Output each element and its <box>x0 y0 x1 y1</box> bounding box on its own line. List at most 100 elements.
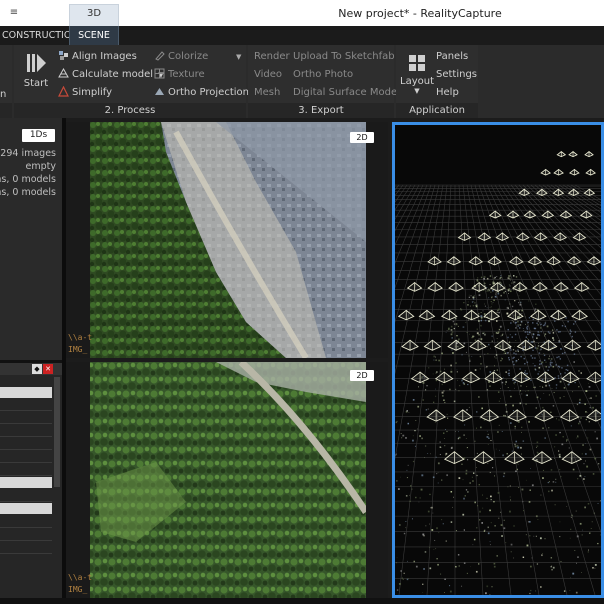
point-cloud-point <box>559 331 561 333</box>
point-cloud-point <box>513 352 515 354</box>
point-cloud-point <box>559 397 561 399</box>
property-row[interactable] <box>0 517 52 528</box>
point-cloud-point <box>462 513 465 516</box>
point-cloud-point <box>466 446 468 449</box>
point-cloud-point <box>417 405 420 408</box>
start-button[interactable]: Start <box>22 51 50 93</box>
point-cloud-point <box>509 390 511 392</box>
point-cloud-point <box>524 363 526 365</box>
point-cloud-point <box>556 356 558 359</box>
digital-surface-model-button[interactable]: Digital Surface Model <box>293 85 400 101</box>
tab-scene[interactable]: SCENE <box>69 26 119 45</box>
point-cloud-point <box>508 275 510 277</box>
property-row[interactable] <box>0 426 52 437</box>
help-button[interactable]: Help <box>436 85 459 101</box>
layout-button[interactable]: Layout ▼ <box>400 53 434 101</box>
mesh-icon <box>58 68 69 78</box>
point-cloud-point <box>553 392 555 394</box>
property-row[interactable] <box>0 400 52 411</box>
point-cloud-point <box>468 406 470 408</box>
property-row[interactable] <box>0 543 52 554</box>
point-cloud-point <box>544 437 546 439</box>
point-cloud-point <box>511 282 513 284</box>
properties-scrollbar[interactable] <box>54 377 60 487</box>
point-cloud-point <box>518 302 520 304</box>
point-cloud-point <box>536 563 539 565</box>
grid-line <box>550 184 601 221</box>
settings-button[interactable]: Settings <box>436 67 477 83</box>
viewport-2d-top[interactable]: 2D \\a-t IMG_ <box>66 122 388 358</box>
point-cloud-point <box>587 411 589 413</box>
point-cloud-point <box>569 329 572 331</box>
viewport-3d[interactable] <box>392 122 604 598</box>
point-cloud-point <box>566 506 568 507</box>
point-cloud-point <box>463 302 465 304</box>
point-cloud-point <box>514 428 516 430</box>
point-cloud-point <box>487 532 490 535</box>
point-cloud-point <box>455 565 457 568</box>
point-cloud-point <box>463 424 466 426</box>
point-cloud-point <box>488 297 490 299</box>
point-cloud-point <box>493 282 496 284</box>
property-row[interactable] <box>0 413 52 424</box>
point-cloud-point <box>418 501 420 503</box>
align-images-button[interactable]: Align Images <box>58 49 137 65</box>
point-cloud-point <box>517 350 519 353</box>
property-row[interactable] <box>0 439 52 450</box>
view-mode-badge-2d[interactable]: 2D <box>350 132 374 143</box>
render-button[interactable]: Render <box>254 49 290 65</box>
point-cloud-point <box>535 590 536 592</box>
ortho-photo-button[interactable]: Ortho Photo <box>293 67 353 83</box>
point-cloud-point <box>558 455 561 458</box>
property-row[interactable] <box>0 465 52 476</box>
point-cloud-point <box>402 578 404 580</box>
panels-button[interactable]: Panels <box>436 49 468 65</box>
context-tab-3d[interactable]: 3D <box>69 4 119 26</box>
calculate-model-button[interactable]: Calculate model ▼ <box>58 67 164 83</box>
point-cloud-point <box>515 350 517 352</box>
point-cloud-point <box>588 421 591 423</box>
property-row[interactable] <box>0 452 52 463</box>
viewport-2d-bottom[interactable]: 2D \\a-t IMG_ <box>66 362 388 598</box>
quick-access-menu[interactable]: ≡ <box>0 3 28 23</box>
point-cloud-point <box>497 491 500 494</box>
point-cloud-point <box>554 458 555 459</box>
texture-button[interactable]: Texture <box>154 67 205 83</box>
video-button[interactable]: Video <box>254 67 282 83</box>
point-cloud-point <box>574 320 577 323</box>
pin-icon[interactable]: ◆ <box>32 364 42 374</box>
point-cloud-point <box>459 385 461 387</box>
point-cloud-point <box>491 296 493 299</box>
point-cloud-point <box>467 301 469 303</box>
point-cloud-point <box>439 370 442 373</box>
upload-sketchfab-button[interactable]: Upload To Sketchfab <box>293 49 395 65</box>
point-cloud-point <box>519 368 521 370</box>
point-cloud-point <box>583 478 585 480</box>
point-cloud-point <box>537 373 539 375</box>
property-row[interactable] <box>0 491 52 502</box>
point-cloud-point <box>549 355 551 357</box>
property-row[interactable] <box>0 503 52 514</box>
point-cloud-point <box>476 280 479 282</box>
simplify-button[interactable]: Simplify <box>58 85 112 101</box>
point-cloud-point <box>584 403 586 405</box>
point-cloud-point <box>482 507 484 509</box>
project-panel: 1Ds 294 images empty ams, 0 models ams, … <box>0 118 62 604</box>
point-cloud-point <box>555 418 557 420</box>
view-1ds-button[interactable]: 1Ds <box>22 129 55 142</box>
property-row[interactable] <box>0 387 52 398</box>
mesh-export-button[interactable]: Mesh <box>254 85 280 101</box>
colorize-dropdown-icon[interactable]: ▼ <box>236 53 241 61</box>
point-cloud-point <box>439 453 441 456</box>
point-cloud-point <box>542 469 545 471</box>
point-cloud-point <box>424 445 427 447</box>
property-row[interactable] <box>0 530 52 541</box>
close-icon[interactable]: ✕ <box>43 364 53 374</box>
view-mode-badge-2d[interactable]: 2D <box>350 370 374 381</box>
colorize-button[interactable]: Colorize <box>154 49 208 65</box>
property-row[interactable] <box>0 477 52 488</box>
point-cloud-point <box>548 427 550 429</box>
point-cloud-point <box>450 364 452 367</box>
point-cloud-point <box>558 419 560 421</box>
ortho-projection-button[interactable]: Ortho Projection <box>154 85 249 101</box>
